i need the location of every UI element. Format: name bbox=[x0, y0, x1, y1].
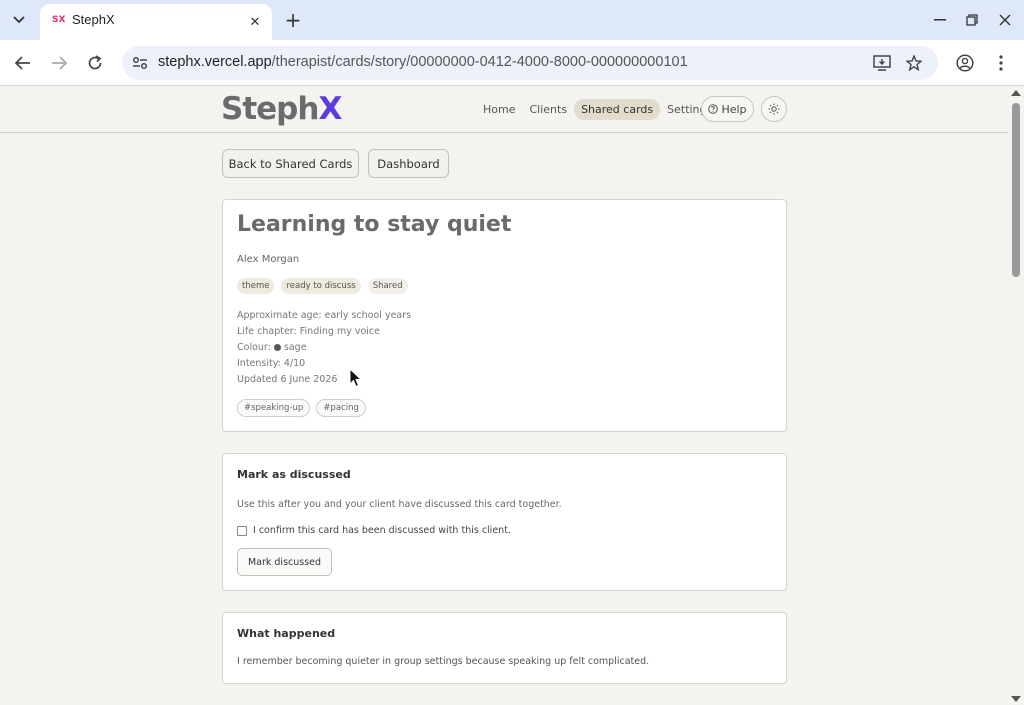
updated-date: Updated 6 June 2026 bbox=[237, 374, 338, 385]
browser-menu-icon[interactable] bbox=[991, 53, 1011, 73]
main-nav: Home Clients Shared cards Settings bbox=[476, 99, 719, 120]
app-header: StephX Home Clients Shared cards Setting… bbox=[0, 87, 1008, 133]
tab-search-chevron-icon[interactable] bbox=[6, 8, 32, 32]
colour-dot-icon bbox=[273, 344, 281, 351]
close-window-icon[interactable] bbox=[995, 10, 1015, 30]
chip-ready: ready to discuss bbox=[281, 278, 361, 294]
help-circle-icon bbox=[708, 104, 719, 114]
dashboard-button[interactable]: Dashboard bbox=[368, 149, 449, 178]
nav-clients[interactable]: Clients bbox=[522, 99, 574, 120]
theme-toggle-button[interactable] bbox=[761, 96, 787, 122]
tag-list: #speaking-up #pacing bbox=[237, 399, 366, 417]
scroll-up-arrow-icon[interactable] bbox=[1011, 90, 1021, 96]
address-bar[interactable]: stephx.vercel.app/therapist/cards/story/… bbox=[122, 46, 938, 80]
mark-discussed-button[interactable]: Mark discussed bbox=[237, 548, 332, 576]
tab-close-icon[interactable]: ✕ bbox=[246, 13, 264, 31]
back-arrow-icon[interactable] bbox=[11, 51, 35, 75]
story-author: Alex Morgan bbox=[237, 254, 300, 265]
intensity: Intensity: 4/10 bbox=[237, 358, 306, 369]
what-happened-title: What happened bbox=[237, 627, 336, 640]
mark-discussed-card: Mark as discussed Use this after you and… bbox=[222, 453, 787, 591]
status-chips: theme ready to discuss Shared bbox=[237, 278, 408, 294]
install-app-icon[interactable] bbox=[872, 53, 892, 73]
url-text: stephx.vercel.app/therapist/cards/story/… bbox=[158, 54, 688, 70]
bookmark-star-icon[interactable] bbox=[904, 53, 924, 73]
sun-icon bbox=[768, 103, 780, 115]
reload-icon[interactable] bbox=[83, 51, 107, 75]
tag-speaking-up[interactable]: #speaking-up bbox=[237, 399, 311, 417]
browser-tabstrip: SX StephX ✕ + bbox=[0, 0, 1024, 40]
confirm-checkbox[interactable] bbox=[237, 525, 247, 536]
what-happened-text: I remember becoming quieter in group set… bbox=[237, 656, 650, 667]
tab-title: StephX bbox=[72, 12, 115, 27]
stephx-logo[interactable]: StephX bbox=[221, 91, 342, 127]
life-chapter: Life chapter: Finding my voice bbox=[237, 326, 380, 337]
tag-pacing[interactable]: #pacing bbox=[316, 399, 366, 417]
mark-discussed-title: Mark as discussed bbox=[237, 468, 351, 481]
confirm-row: I confirm this card has been discussed w… bbox=[237, 525, 511, 536]
new-tab-icon[interactable]: + bbox=[282, 8, 304, 32]
chip-theme: theme bbox=[237, 278, 275, 294]
mouse-cursor-icon bbox=[349, 368, 363, 388]
help-button[interactable]: Help bbox=[701, 96, 754, 122]
scroll-down-arrow-icon[interactable] bbox=[1011, 696, 1021, 702]
browser-toolbar: stephx.vercel.app/therapist/cards/story/… bbox=[0, 40, 1024, 86]
restore-icon[interactable] bbox=[962, 10, 982, 30]
browser-tab[interactable]: SX StephX ✕ bbox=[40, 4, 272, 40]
chip-shared: Shared bbox=[367, 278, 408, 294]
colour-row: Colour: sage bbox=[237, 342, 307, 353]
what-happened-card: What happened I remember becoming quiete… bbox=[222, 612, 787, 684]
nav-shared-cards[interactable]: Shared cards bbox=[574, 99, 661, 120]
approx-age: Approximate age: early school years bbox=[237, 310, 412, 321]
page-scrollbar[interactable] bbox=[1008, 87, 1024, 705]
story-card: Learning to stay quiet Alex Morgan theme… bbox=[222, 199, 787, 432]
story-title: Learning to stay quiet bbox=[237, 212, 512, 237]
favicon-icon: SX bbox=[52, 15, 66, 25]
profile-icon[interactable] bbox=[955, 53, 975, 73]
scroll-thumb[interactable] bbox=[1012, 103, 1020, 277]
site-settings-icon[interactable] bbox=[130, 53, 150, 73]
minimize-icon[interactable] bbox=[930, 10, 950, 30]
forward-arrow-icon[interactable] bbox=[47, 51, 71, 75]
mark-discussed-description: Use this after you and your client have … bbox=[237, 499, 562, 510]
nav-home[interactable]: Home bbox=[476, 99, 522, 120]
confirm-label[interactable]: I confirm this card has been discussed w… bbox=[253, 525, 511, 536]
back-to-shared-cards-button[interactable]: Back to Shared Cards bbox=[222, 149, 359, 178]
